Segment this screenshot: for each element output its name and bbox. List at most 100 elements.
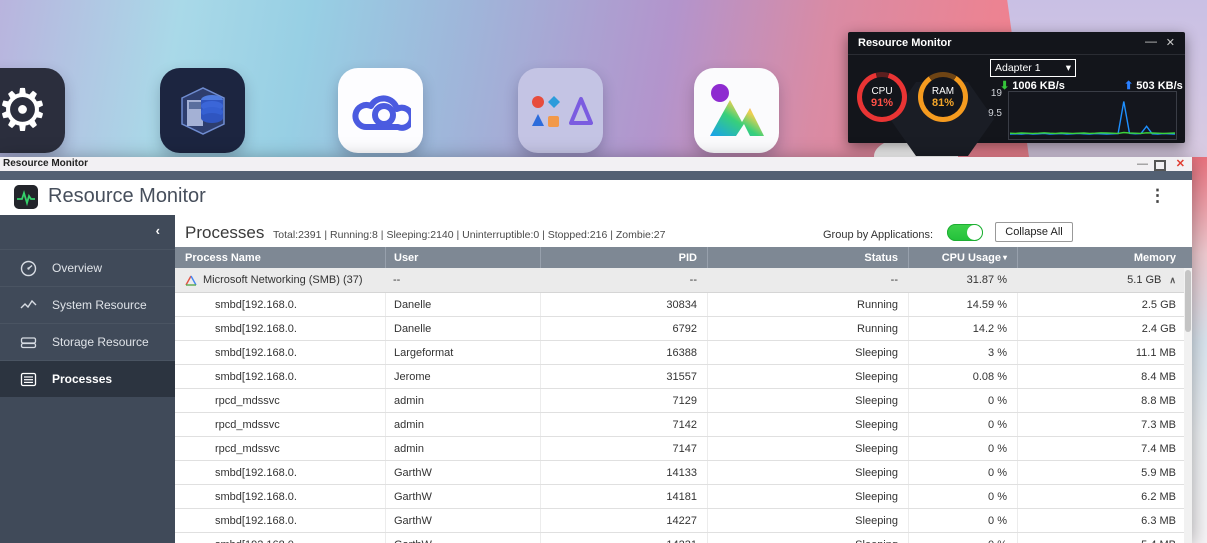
cell-pid: 6792 [540,317,707,340]
utilities-app-icon[interactable] [518,68,603,153]
kebab-menu-icon[interactable]: ⋮ [1149,186,1166,206]
table-row[interactable]: smbd[192.168.0.GarthW14181Sleeping0 %6.2… [175,485,1192,509]
cell-name: smbd[192.168.0. [175,485,385,508]
cell-mem: 2.4 GB [1017,317,1192,340]
wallpaper-right-strip [1192,157,1207,543]
widget-close-icon[interactable]: ✕ [1166,36,1175,49]
cell-cpu: 14.59 % [908,293,1017,316]
table-row[interactable]: smbd[192.168.0.GarthW14227Sleeping0 %6.3… [175,509,1192,533]
sidebar-item-storage-resource[interactable]: Storage Resource [0,323,175,360]
column-header-memory[interactable]: Memory [1017,247,1192,268]
cell-user: admin [385,389,540,412]
group-row-smb[interactable]: Microsoft Networking (SMB) (37) -- -- --… [175,268,1192,293]
cell-name: smbd[192.168.0. [175,509,385,532]
graph-ytick-top: 19 [968,88,1002,99]
cell-user: Jerome [385,365,540,388]
table-row[interactable]: smbd[192.168.0.Danelle30834Running14.59 … [175,293,1192,317]
cell-name: smbd[192.168.0. [175,341,385,364]
minimize-button[interactable]: — [1137,158,1148,170]
table-row[interactable]: smbd[192.168.0.GarthW14133Sleeping0 %5.9… [175,461,1192,485]
cell-status: Sleeping [707,365,908,388]
window-top-strip [0,171,1192,180]
vertical-scrollbar[interactable] [1184,268,1192,543]
resource-monitor-app-icon [14,185,38,209]
table-row[interactable]: rpcd_mdssvcadmin7142Sleeping0 %7.3 MB [175,413,1192,437]
cell-mem: 8.8 MB [1017,389,1192,412]
cloud-icon [351,87,411,135]
cell-mem: 5.9 MB [1017,461,1192,484]
cell-pid: 7142 [540,413,707,436]
group-name: Microsoft Networking (SMB) (37) [203,274,363,286]
cell-mem: 7.4 MB [1017,437,1192,460]
cell-cpu: 0 % [908,485,1017,508]
widget-minimize-icon[interactable]: — [1145,34,1157,48]
sidebar-item-processes[interactable]: Processes [0,360,175,397]
table-row[interactable]: rpcd_mdssvcadmin7147Sleeping0 %7.4 MB [175,437,1192,461]
collapse-all-button[interactable]: Collapse All [995,222,1073,242]
group-status: -- [707,268,908,292]
cell-status: Sleeping [707,389,908,412]
sidebar-item-label: System Resource [52,298,147,312]
cpu-gauge-value: 91% [871,97,893,109]
table-row[interactable]: smbd[192.168.0.Largeformat16388Sleeping3… [175,341,1192,365]
column-header-status[interactable]: Status [707,247,908,268]
collapse-group-icon[interactable]: ∧ [1169,275,1176,286]
adapter-select[interactable]: Adapter 1 ▾ [990,59,1076,77]
sidebar-item-overview[interactable]: Overview [0,249,175,286]
resource-monitor-widget: Resource Monitor — ✕ CPU 91% RAM 81% Ada… [848,32,1185,143]
sidebar: ‹ Overview System Resource Storage Resou… [0,215,175,543]
cloud-app-icon[interactable] [338,68,423,153]
cell-cpu: 0 % [908,509,1017,532]
cell-user: Danelle [385,293,540,316]
cell-pid: 14133 [540,461,707,484]
cell-user: GarthW [385,485,540,508]
table-row[interactable]: rpcd_mdssvcadmin7129Sleeping0 %8.8 MB [175,389,1192,413]
media-app-icon[interactable] [694,68,779,153]
cell-status: Sleeping [707,461,908,484]
page-title: Processes [185,223,264,243]
cpu-gauge: CPU 91% [857,72,907,122]
cell-cpu: 0.08 % [908,365,1017,388]
column-header-cpu-label: CPU Usage [942,252,1001,264]
table-header: Process Name User PID Status CPU Usage ▾… [175,247,1192,268]
sidebar-item-system-resource[interactable]: System Resource [0,286,175,323]
column-header-cpu-usage[interactable]: CPU Usage ▾ [908,247,1017,268]
cell-name: smbd[192.168.0. [175,365,385,388]
window-titlebar[interactable]: Resource Monitor — ✕ [0,157,1192,171]
gauge-icon [20,260,37,277]
widget-title: Resource Monitor [858,37,952,49]
cell-name: rpcd_mdssvc [175,389,385,412]
group-by-toggle[interactable] [947,224,983,241]
adapter-select-value: Adapter 1 [995,62,1041,74]
cell-pid: 7129 [540,389,707,412]
group-memory: 5.1 GB [1127,274,1161,286]
table-row[interactable]: smbd[192.168.0.Danelle6792Running14.2 %2… [175,317,1192,341]
group-by-label: Group by Applications: [823,229,933,241]
gradient-m-icon [706,82,768,140]
table-row[interactable]: smbd[192.168.0.GarthW14231Sleeping0 %5.4… [175,533,1192,543]
cell-user: GarthW [385,461,540,484]
table-row[interactable]: smbd[192.168.0.Jerome31557Sleeping0.08 %… [175,365,1192,389]
column-header-pid[interactable]: PID [540,247,707,268]
close-button[interactable]: ✕ [1176,158,1185,170]
cell-user: Danelle [385,317,540,340]
column-header-user[interactable]: User [385,247,540,268]
smb-app-icon [185,275,197,286]
storage-app-icon[interactable] [160,68,245,153]
sidebar-item-label: Storage Resource [52,335,149,349]
process-list-icon [20,371,37,388]
control-panel-app-icon[interactable]: ⚙ [0,68,65,153]
toggle-knob [967,225,982,240]
process-rows: smbd[192.168.0.Danelle30834Running14.59 … [175,293,1192,543]
nas-cube-icon [172,80,234,142]
cell-mem: 8.4 MB [1017,365,1192,388]
cell-mem: 6.2 MB [1017,485,1192,508]
cell-user: GarthW [385,533,540,543]
sidebar-item-label: Overview [52,261,102,275]
cell-name: smbd[192.168.0. [175,461,385,484]
cell-pid: 14181 [540,485,707,508]
sidebar-collapse-button[interactable]: ‹ [0,215,175,249]
scrollbar-thumb[interactable] [1185,270,1191,332]
column-header-process-name[interactable]: Process Name [175,247,385,268]
maximize-button[interactable] [1154,160,1166,171]
